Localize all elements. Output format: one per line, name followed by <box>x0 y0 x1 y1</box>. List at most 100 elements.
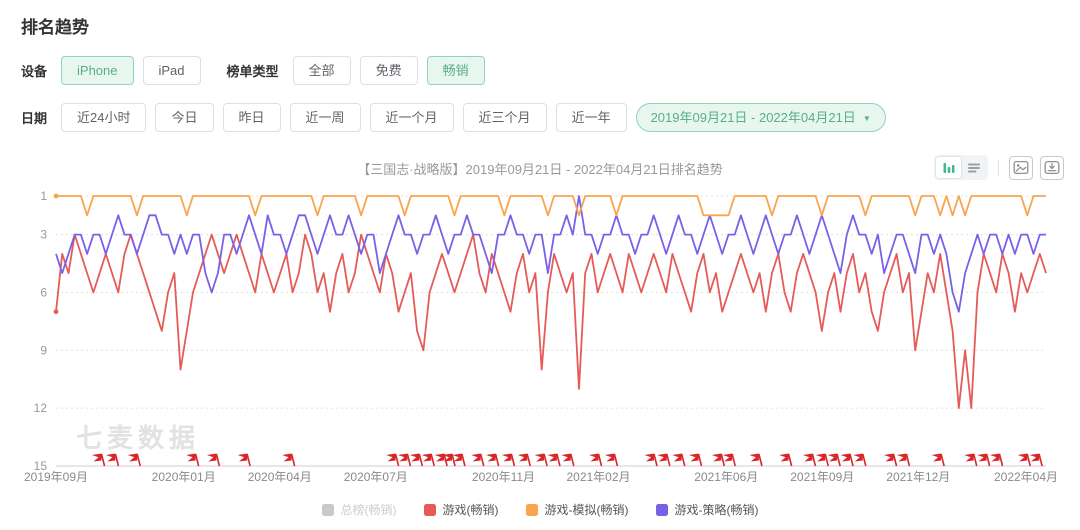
event-flag-icon <box>517 453 531 467</box>
legend-label: 游戏-策略(畅销) <box>674 503 759 517</box>
legend-item[interactable]: 游戏-策略(畅销) <box>655 501 759 518</box>
x-axis-tick-label: 2022年04月 <box>994 470 1058 484</box>
event-flag-icon <box>442 453 456 467</box>
x-axis-tick-label: 2020年11月 <box>472 470 535 484</box>
series-start-dot <box>53 309 59 315</box>
event-flag-icon <box>779 453 793 467</box>
x-axis-tick-label: 2019年09月 <box>24 470 88 484</box>
event-flag-icon <box>644 453 658 467</box>
event-flag-icon <box>547 453 561 467</box>
x-axis-tick-label: 2020年04月 <box>248 470 312 484</box>
date-option-button[interactable]: 近一年 <box>555 103 627 132</box>
series-start-dot <box>53 193 59 199</box>
rank-type-option-button[interactable]: 畅销 <box>426 56 485 85</box>
export-image-button[interactable] <box>1009 155 1033 180</box>
event-flag-icon <box>802 453 817 467</box>
event-flag-icon <box>534 453 548 467</box>
x-axis-labels: 2019年09月 2020年01月 2020年04月 2020年07月 2020年11月… <box>24 470 1058 484</box>
event-flag-icon <box>105 453 120 467</box>
event-flag-icon <box>1029 453 1043 467</box>
legend-swatch <box>655 503 668 516</box>
event-flag-icon <box>604 453 619 467</box>
view-toggle <box>934 155 988 180</box>
y-axis-tick-label: 1 <box>40 189 47 203</box>
rank-type-option-button[interactable]: 全部 <box>292 56 351 85</box>
event-flag-icon <box>977 453 991 467</box>
watermark: 七麦数据 <box>76 423 200 453</box>
event-flag-icon <box>990 453 1004 467</box>
download-icon <box>1044 160 1060 175</box>
date-filter-row: 日期 近24小时 今日 昨日 近一周 近一个月 近三个月 近一年 2019年09… <box>21 103 1080 132</box>
event-flag-icon <box>386 453 400 467</box>
event-flag-icon <box>884 453 898 467</box>
device-option-button[interactable]: iPad <box>142 56 201 85</box>
event-flag-icon <box>421 453 435 467</box>
event-flag-icon <box>853 453 867 467</box>
event-flag-icon <box>1017 453 1031 467</box>
x-axis-tick-label: 2021年02月 <box>566 470 630 484</box>
legend-label: 游戏(畅销) <box>442 503 499 517</box>
legend-swatch <box>321 503 334 516</box>
x-axis-tick-label: 2021年06月 <box>694 470 758 484</box>
event-flag-icon <box>815 453 829 467</box>
date-options: 近24小时 今日 昨日 近一周 近一个月 近三个月 近一年 <box>61 103 627 132</box>
date-option-button[interactable]: 昨日 <box>222 103 281 132</box>
legend-item[interactable]: 游戏-模拟(畅销) <box>525 501 629 518</box>
legend-swatch <box>525 503 538 516</box>
event-flag-icon <box>931 453 945 467</box>
device-option-button[interactable]: iPhone <box>61 56 134 85</box>
chart-header: 【三国志·战略版】2019年09月21日 - 2022年04月21日排名趋势 <box>0 154 1080 182</box>
date-option-button[interactable]: 今日 <box>155 103 214 132</box>
event-flag-icon <box>282 453 296 467</box>
event-flag-icon <box>896 453 911 467</box>
event-flags <box>92 453 1043 467</box>
date-option-button[interactable]: 近24小时 <box>61 103 147 132</box>
y-axis-tick-label: 12 <box>34 401 48 415</box>
legend-item[interactable]: 总榜(畅销) <box>321 501 397 518</box>
event-flag-icon <box>589 453 603 467</box>
series-line <box>55 233 1047 410</box>
event-flag-icon <box>657 453 671 467</box>
series-line <box>56 195 1046 217</box>
chart-toolbar <box>934 155 1064 180</box>
event-flag-icon <box>672 453 686 467</box>
y-axis-tick-label: 6 <box>40 285 47 299</box>
event-flag-icon <box>127 453 141 467</box>
date-label: 日期 <box>21 111 48 126</box>
date-option-button[interactable]: 近一周 <box>289 103 361 132</box>
event-flag-icon <box>501 453 516 467</box>
chart-legend: 总榜(畅销) 游戏(畅销) 游戏-模拟(畅销) 游戏-策略(畅销) <box>0 501 1080 518</box>
date-range-button[interactable]: 2019年09月21日 - 2022年04月21日 ▼ <box>635 103 886 132</box>
list-view-icon[interactable] <box>961 157 986 178</box>
chevron-down-icon: ▼ <box>862 113 871 123</box>
event-flag-icon <box>409 453 424 467</box>
date-range-label: 2019年09月21日 - 2022年04月21日 <box>650 110 856 125</box>
x-axis-tick-label: 2020年07月 <box>344 470 408 484</box>
rank-trend-chart[interactable]: 13691215七麦数据2019年09月 2020年01月 2020年04月 2020… <box>14 184 1066 486</box>
event-flag-icon <box>397 453 412 467</box>
x-axis-tick-label: 2021年12月 <box>886 470 950 484</box>
legend-swatch <box>423 503 436 516</box>
rank-type-options: 全部 免费 畅销 <box>292 56 485 85</box>
event-flag-icon <box>92 453 106 467</box>
date-option-button[interactable]: 近一个月 <box>369 103 454 132</box>
device-options: iPhone iPad <box>61 56 201 85</box>
rank-type-option-button[interactable]: 免费 <box>359 56 418 85</box>
toolbar-divider <box>998 159 999 176</box>
download-button[interactable] <box>1040 155 1064 180</box>
legend-label: 游戏-模拟(畅销) <box>544 503 629 517</box>
event-flag-icon <box>186 453 200 467</box>
image-icon <box>1013 160 1029 175</box>
event-flag-icon <box>561 453 575 467</box>
event-flag-icon <box>689 453 703 467</box>
event-flag-icon <box>964 453 978 467</box>
y-axis-tick-label: 9 <box>40 343 47 357</box>
date-option-button[interactable]: 近三个月 <box>462 103 547 132</box>
event-flag-icon <box>711 453 726 467</box>
legend-item[interactable]: 游戏(畅销) <box>423 501 499 518</box>
x-axis-tick-label: 2021年09月 <box>790 470 854 484</box>
device-filter-row: 设备 iPhone iPad 榜单类型 全部 免费 畅销 <box>21 56 1080 85</box>
event-flag-icon <box>206 453 221 467</box>
bar-chart-icon[interactable] <box>936 157 961 178</box>
event-flag-icon <box>827 453 841 467</box>
